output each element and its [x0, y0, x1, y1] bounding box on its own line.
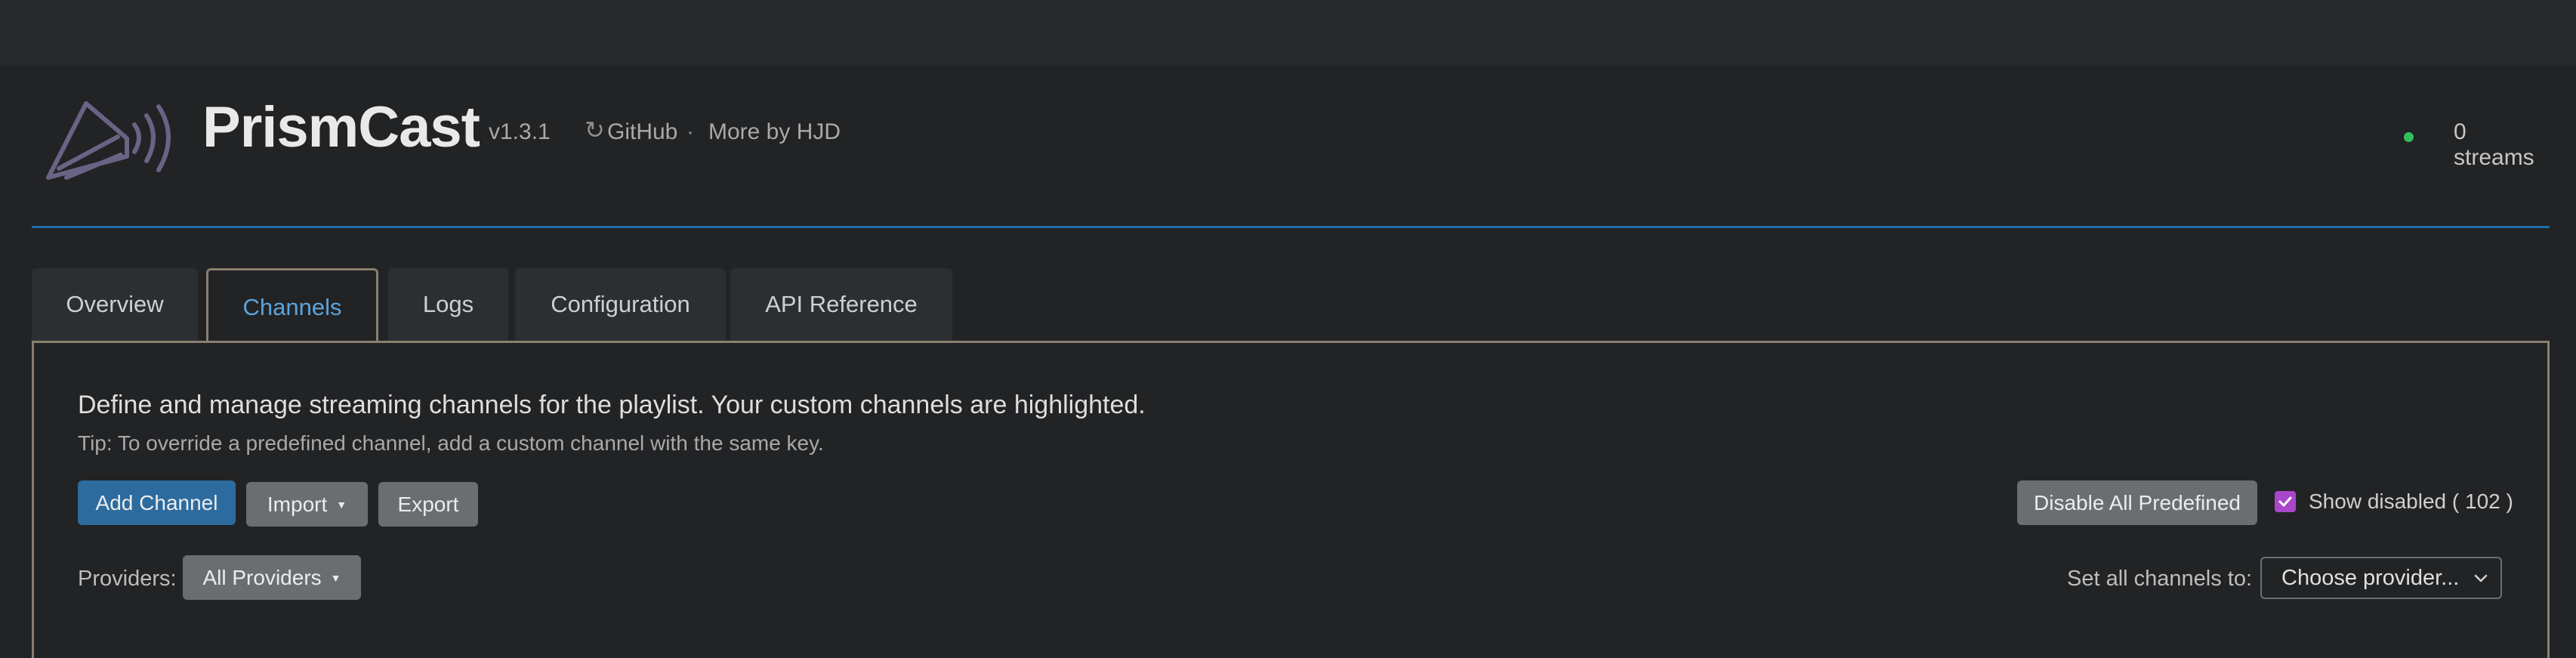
add-channel-button[interactable]: Add Channel	[78, 480, 236, 525]
import-button[interactable]: Import ▼	[246, 482, 368, 527]
header-divider	[32, 226, 2550, 228]
channels-description: Define and manage streaming channels for…	[78, 391, 1146, 419]
caret-down-icon: ▼	[336, 498, 347, 511]
github-link[interactable]: GitHub	[607, 119, 677, 145]
set-all-channels-label: Set all channels to:	[2067, 567, 2253, 591]
more-by-hjd-link[interactable]: More by HJD	[708, 119, 841, 145]
app-title: PrismCast	[202, 95, 480, 159]
caret-down-icon: ▼	[330, 571, 341, 584]
add-channel-label: Add Channel	[95, 490, 218, 514]
set-all-provider-value: Choose provider...	[2281, 565, 2460, 590]
export-label: Export	[397, 492, 459, 516]
chevron-down-icon	[2474, 574, 2488, 582]
providers-filter-value: All Providers	[202, 565, 322, 589]
disable-all-label: Disable All Predefined	[2034, 490, 2241, 514]
providers-label: Providers:	[78, 567, 177, 591]
link-separator: ·	[686, 119, 694, 144]
status-indicator-icon	[2404, 132, 2414, 142]
tab-api-reference[interactable]: API Reference	[730, 268, 952, 341]
set-all-provider-select[interactable]: Choose provider...	[2260, 557, 2502, 599]
stream-count: 0 streams	[2454, 119, 2534, 170]
tab-channels[interactable]: Channels	[206, 268, 378, 344]
refresh-icon[interactable]: ↻	[585, 116, 605, 144]
version-label: v1.3.1	[489, 119, 551, 144]
tab-logs[interactable]: Logs	[388, 268, 508, 341]
export-button[interactable]: Export	[378, 482, 478, 527]
disable-all-predefined-button[interactable]: Disable All Predefined	[2017, 480, 2257, 525]
app-header: PrismCast v1.3.1 ↻ GitHub · More by HJD …	[32, 66, 2550, 228]
tab-overview[interactable]: Overview	[32, 268, 198, 341]
checkmark-icon	[2278, 496, 2292, 507]
prismcast-logo-icon	[46, 101, 171, 180]
providers-filter-button[interactable]: All Providers ▼	[183, 555, 361, 600]
show-disabled-checkbox[interactable]	[2275, 491, 2296, 512]
browser-top-strip	[0, 0, 2576, 66]
channels-tip: Tip: To override a predefined channel, a…	[78, 431, 824, 455]
tab-configuration[interactable]: Configuration	[515, 268, 726, 341]
import-label: Import	[267, 492, 328, 516]
show-disabled-label[interactable]: Show disabled ( 102 )	[2309, 490, 2513, 514]
